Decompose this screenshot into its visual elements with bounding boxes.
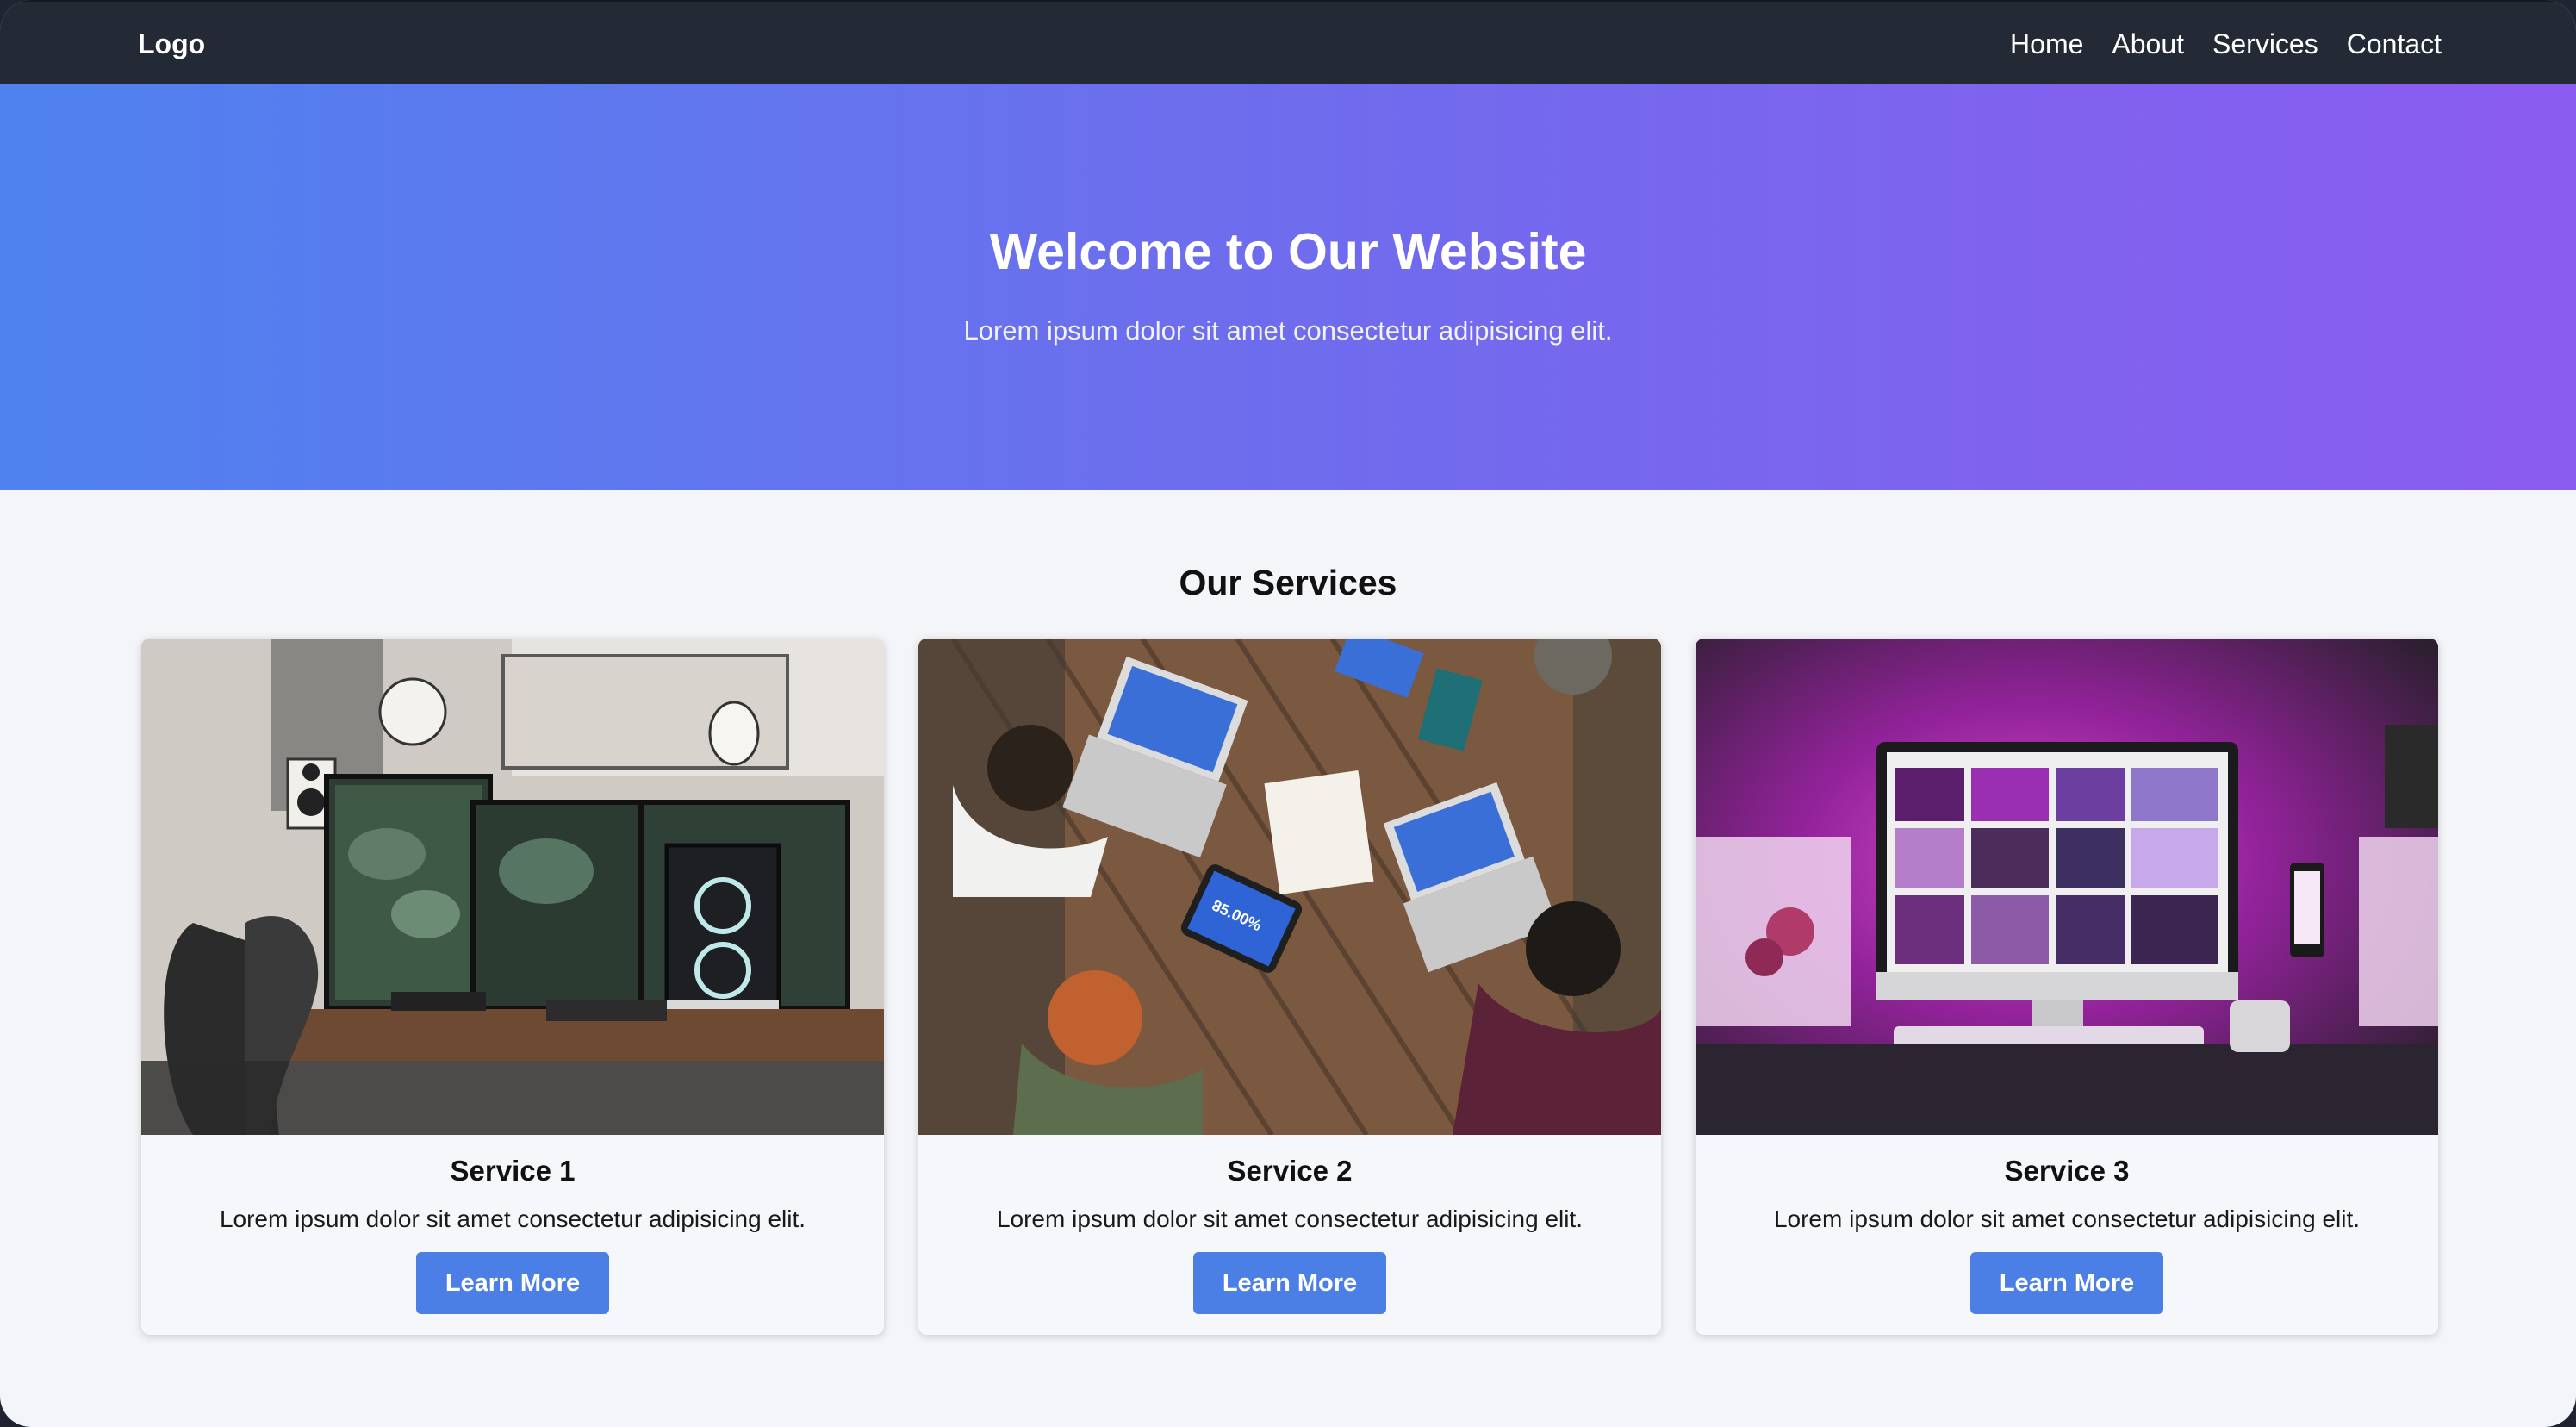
nav-link-services[interactable]: Services	[2212, 28, 2318, 60]
service-card-title: Service 2	[1227, 1155, 1353, 1187]
service-card-title: Service 1	[450, 1155, 576, 1187]
hero-banner: Welcome to Our Website Lorem ipsum dolor…	[0, 84, 2576, 490]
service-card-text: Lorem ipsum dolor sit amet consectetur a…	[996, 1206, 1584, 1232]
service-card-title: Service 3	[2004, 1155, 2130, 1187]
hero-title: Welcome to Our Website	[989, 223, 1587, 280]
desk-setup-illustration	[141, 639, 884, 1135]
team-meeting-illustration: 85.00%	[918, 639, 1661, 1135]
learn-more-button[interactable]: Learn More	[1970, 1252, 2163, 1314]
top-navbar: Logo Home About Services Contact	[0, 0, 2576, 84]
nav-links: Home About Services Contact	[2010, 28, 2442, 60]
service-card-text: Lorem ipsum dolor sit amet consectetur a…	[1773, 1206, 2361, 1232]
services-section-title: Our Services	[1179, 563, 1397, 602]
desk-setup-photo	[141, 639, 884, 1135]
service-card-2: 85.00% Service 2 Lorem ipsum dolor sit a…	[918, 639, 1661, 1335]
browser-page: Logo Home About Services Contact Welcome…	[0, 0, 2576, 1427]
pink-workspace-illustration	[1696, 639, 2438, 1135]
hero-subtitle: Lorem ipsum dolor sit amet consectetur a…	[963, 315, 1613, 346]
nav-link-home[interactable]: Home	[2010, 28, 2083, 60]
service-card-1: Service 1 Lorem ipsum dolor sit amet con…	[141, 639, 884, 1335]
nav-link-contact[interactable]: Contact	[2347, 28, 2442, 60]
team-meeting-photo: 85.00%	[918, 639, 1661, 1135]
nav-link-about[interactable]: About	[2112, 28, 2184, 60]
site-logo[interactable]: Logo	[138, 28, 205, 60]
pink-workspace-photo	[1696, 639, 2438, 1135]
learn-more-button[interactable]: Learn More	[1193, 1252, 1386, 1314]
service-card-3: Service 3 Lorem ipsum dolor sit amet con…	[1696, 639, 2438, 1335]
service-card-text: Lorem ipsum dolor sit amet consectetur a…	[219, 1206, 806, 1232]
learn-more-button[interactable]: Learn More	[416, 1252, 609, 1314]
